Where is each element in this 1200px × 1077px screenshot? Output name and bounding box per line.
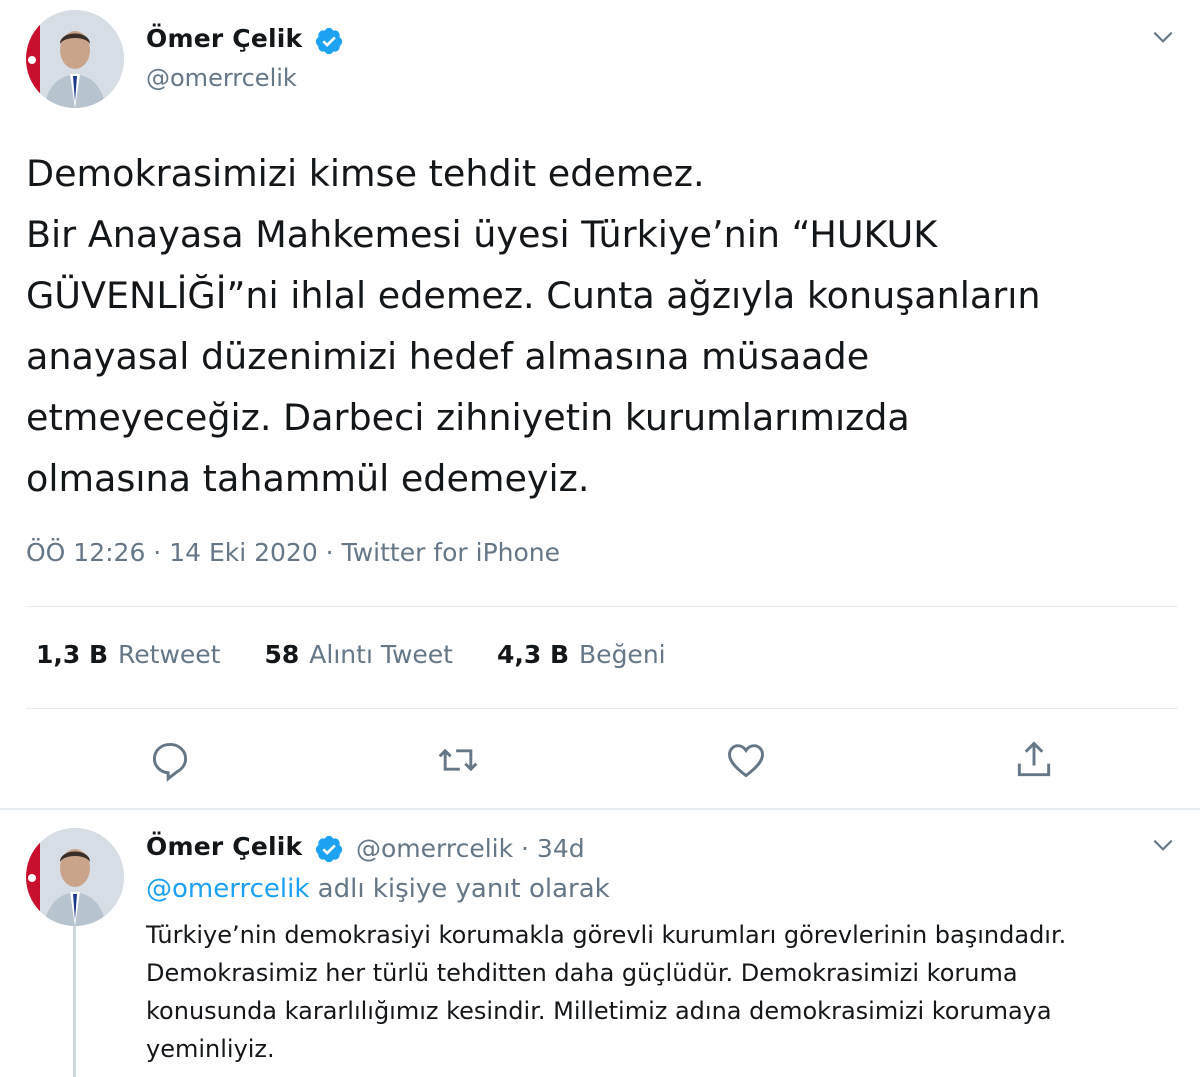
quotes-label: Alıntı Tweet xyxy=(309,640,453,669)
retweets-stat[interactable]: 1,3 B Retweet xyxy=(36,640,221,669)
retweets-label: Retweet xyxy=(118,640,221,669)
avatar[interactable] xyxy=(26,10,124,108)
reply-context: @omerrcelik adlı kişiye yanıt olarak xyxy=(146,874,610,904)
author-handle[interactable]: @omerrcelik xyxy=(146,64,297,92)
divider xyxy=(26,708,1178,709)
likes-count: 4,3 B xyxy=(496,640,570,669)
verified-badge-icon xyxy=(315,27,343,55)
quotes-count: 58 xyxy=(264,640,300,669)
tweet-stats: 1,3 B Retweet 58 Alıntı Tweet 4,3 B Beğeni xyxy=(36,640,666,669)
tweet-text: Demokrasimizi kimse tehdit edemez. Bir A… xyxy=(26,152,1041,500)
verified-badge-icon xyxy=(315,835,343,863)
like-icon[interactable] xyxy=(724,738,768,782)
main-tweet: Ömer Çelik @omerrcelik Demokrasimizi kim… xyxy=(0,0,1200,810)
author-name[interactable]: Ömer Çelik xyxy=(146,24,302,53)
chevron-down-icon[interactable] xyxy=(1150,832,1176,858)
tweet-timestamp[interactable]: ÖÖ 12:26 · 14 Eki 2020 · Twitter for iPh… xyxy=(26,538,560,567)
avatar[interactable] xyxy=(26,828,124,926)
likes-label: Beğeni xyxy=(579,640,666,669)
reply-text: Türkiye’nin demokrasiyi korumakla görevl… xyxy=(146,921,1067,1063)
chevron-down-icon[interactable] xyxy=(1150,24,1176,50)
retweet-icon[interactable] xyxy=(436,738,480,782)
quotes-stat[interactable]: 58 Alıntı Tweet xyxy=(265,640,453,669)
divider xyxy=(26,606,1178,607)
likes-stat[interactable]: 4,3 B Beğeni xyxy=(497,640,666,669)
share-icon[interactable] xyxy=(1012,738,1056,782)
author-handle-time[interactable]: @omerrcelik · 34d xyxy=(356,834,585,863)
thread-line xyxy=(73,910,76,1077)
reply-tweet[interactable]: Ömer Çelik @omerrcelik · 34d @omerrcelik… xyxy=(0,810,1200,1077)
reply-context-label: adlı kişiye yanıt olarak xyxy=(309,874,610,904)
retweets-count: 1,3 B xyxy=(36,640,109,669)
reply-mention-link[interactable]: @omerrcelik xyxy=(146,874,309,904)
author-name[interactable]: Ömer Çelik xyxy=(146,832,302,861)
reply-icon[interactable] xyxy=(148,738,192,782)
